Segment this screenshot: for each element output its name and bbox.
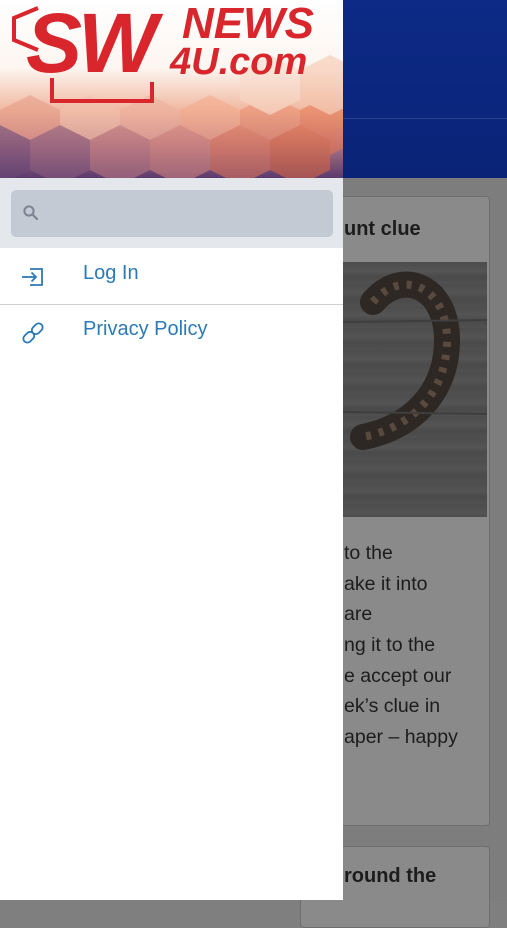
menu-item-privacy-policy[interactable]: Privacy Policy xyxy=(0,305,343,360)
login-icon xyxy=(22,268,43,286)
logo-domain-text: 4U.com xyxy=(169,41,307,83)
menu-item-log-in[interactable]: Log In xyxy=(0,249,343,304)
background-text-line: ake it into xyxy=(344,572,428,595)
background-text-line: ek’s clue in xyxy=(344,695,441,718)
swnews4u-logo: SW NEWS 4U.com xyxy=(12,0,314,103)
logo-sw-text: SW xyxy=(26,0,164,90)
background-text-line: ng it to the xyxy=(344,634,436,657)
background-article-text: to the ake it into are ng it to the e ac… xyxy=(344,538,504,753)
search-icon xyxy=(23,205,39,221)
background-text-line: are xyxy=(344,603,373,626)
menu-item-label: Log In xyxy=(83,262,139,284)
background-article-title: unt clue xyxy=(344,218,421,240)
background-text-line: e accept our xyxy=(344,664,452,687)
background-article-image xyxy=(343,262,487,517)
menu-item-label: Privacy Policy xyxy=(83,318,208,340)
background-text-line: to the xyxy=(344,542,393,564)
background-article-title-2: round the xyxy=(344,865,437,887)
drawer-banner: SW NEWS 4U.com xyxy=(0,0,343,178)
search-input[interactable] xyxy=(11,190,333,237)
background-text-line: aper – happy xyxy=(344,726,458,749)
navigation-drawer: SW NEWS 4U.com Log In Privacy Policy xyxy=(0,0,343,900)
link-icon xyxy=(22,322,44,344)
